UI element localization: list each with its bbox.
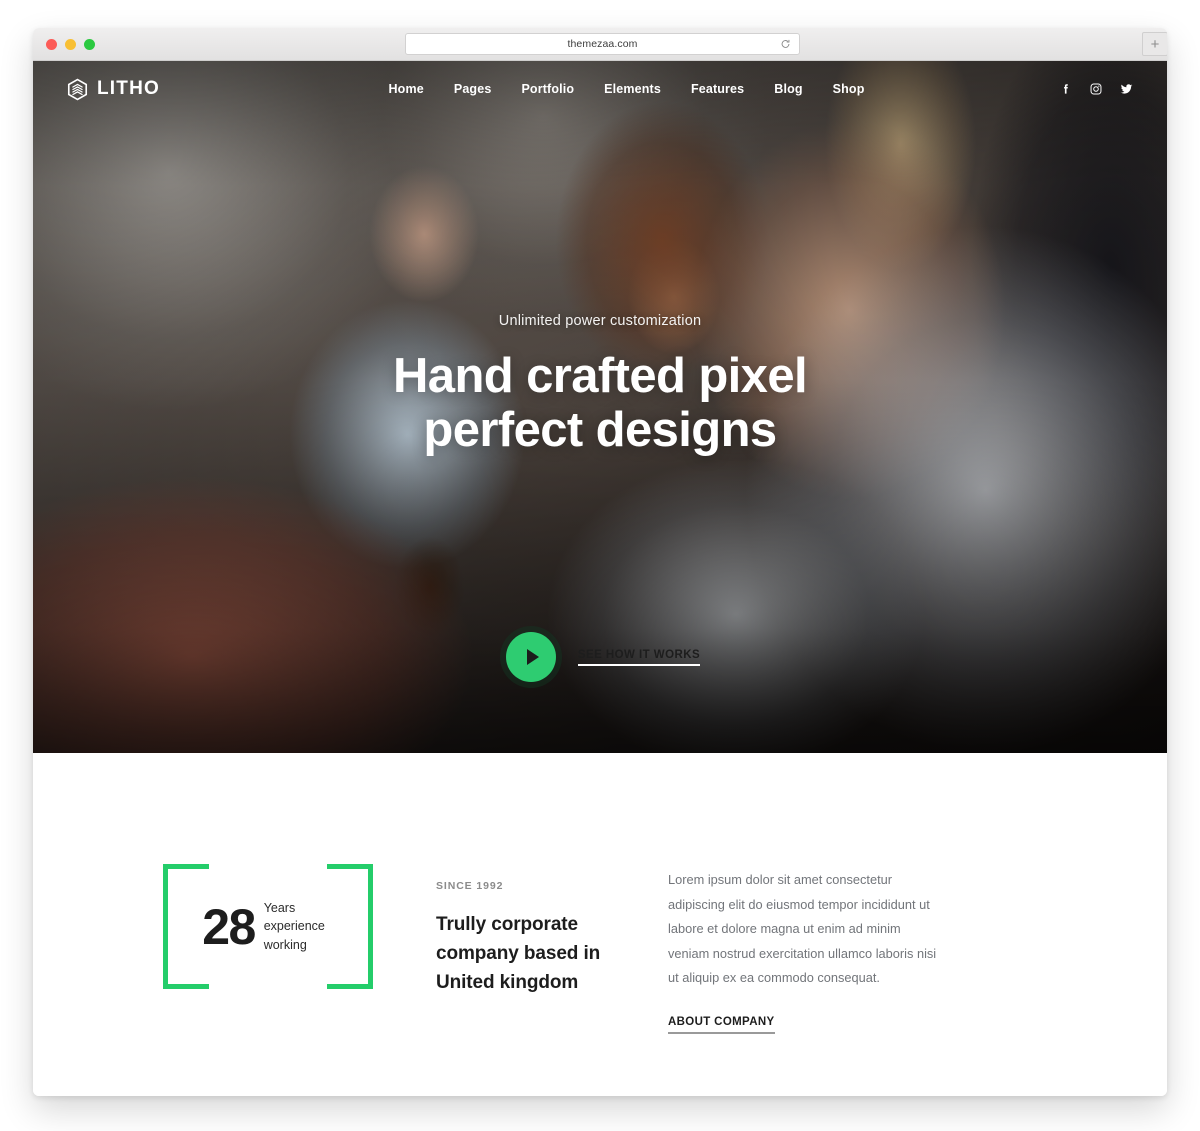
twitter-icon[interactable] xyxy=(1119,82,1134,96)
zoom-window-button[interactable] xyxy=(84,39,95,50)
play-button-circle xyxy=(505,632,556,682)
reload-icon[interactable] xyxy=(780,39,791,50)
since-label: SINCE 1992 xyxy=(436,880,504,892)
nav-item-elements[interactable]: Elements xyxy=(604,82,661,96)
stat-caption: Years experience working xyxy=(263,901,325,952)
nav-item-blog[interactable]: Blog xyxy=(774,82,802,96)
browser-titlebar: themezaa.com + xyxy=(33,28,1167,61)
experience-stat-block: 28 Years experience working xyxy=(163,864,373,989)
address-bar[interactable]: themezaa.com xyxy=(405,33,800,55)
nav-item-portfolio[interactable]: Portfolio xyxy=(521,82,574,96)
hero-section: LITHO Home Pages Portfolio Elements Feat… xyxy=(33,61,1167,753)
minimize-window-button[interactable] xyxy=(65,39,76,50)
hero-content: Unlimited power customization Hand craft… xyxy=(33,313,1167,458)
new-tab-button[interactable]: + xyxy=(1142,32,1167,56)
social-links xyxy=(1059,82,1134,96)
close-window-button[interactable] xyxy=(46,39,57,50)
url-text: themezaa.com xyxy=(567,38,638,50)
nav-item-home[interactable]: Home xyxy=(389,82,424,96)
stat-number: 28 xyxy=(202,898,256,955)
window-controls xyxy=(46,39,95,50)
see-how-it-works-link[interactable]: SEE HOW IT WORKS xyxy=(577,649,701,666)
brand-logo[interactable]: LITHO xyxy=(66,78,160,101)
hexagon-layers-logo-icon xyxy=(67,78,88,100)
about-body-column: Lorem ipsum dolor sit amet consectetur a… xyxy=(668,860,938,1034)
instagram-icon[interactable] xyxy=(1089,82,1103,96)
nav-item-shop[interactable]: Shop xyxy=(833,82,865,96)
about-section: 28 Years experience working SINCE 1992 T… xyxy=(33,753,1167,1096)
browser-window: themezaa.com + LITHO Home Pages Portfoli… xyxy=(33,28,1167,1096)
video-cta: SEE HOW IT WORKS xyxy=(33,626,1167,688)
hero-title-line-2: perfect designs xyxy=(423,403,777,458)
nav-item-pages[interactable]: Pages xyxy=(454,82,492,96)
stat-content: 28 Years experience working xyxy=(163,864,373,989)
hero-title: Hand crafted pixel perfect designs xyxy=(33,349,1167,458)
about-inner: 28 Years experience working SINCE 1992 T… xyxy=(33,860,1167,1034)
hero-title-line-1: Hand crafted pixel xyxy=(393,349,808,403)
brand-name: LITHO xyxy=(97,78,160,99)
site-navbar: LITHO Home Pages Portfolio Elements Feat… xyxy=(33,61,1167,117)
play-video-button[interactable] xyxy=(499,626,562,688)
about-headline-column: SINCE 1992 Trully corporate company base… xyxy=(436,860,636,998)
facebook-icon[interactable] xyxy=(1059,82,1073,96)
play-icon xyxy=(526,649,539,665)
hero-eyebrow: Unlimited power customization xyxy=(498,313,702,329)
nav-item-features[interactable]: Features xyxy=(691,82,744,96)
about-heading: Trully corporate company based in United… xyxy=(436,914,601,993)
about-company-link[interactable]: ABOUT COMPANY xyxy=(668,1016,775,1034)
nav-menu: Home Pages Portfolio Elements Features B… xyxy=(355,82,865,96)
about-paragraph: Lorem ipsum dolor sit amet consectetur a… xyxy=(668,872,937,986)
